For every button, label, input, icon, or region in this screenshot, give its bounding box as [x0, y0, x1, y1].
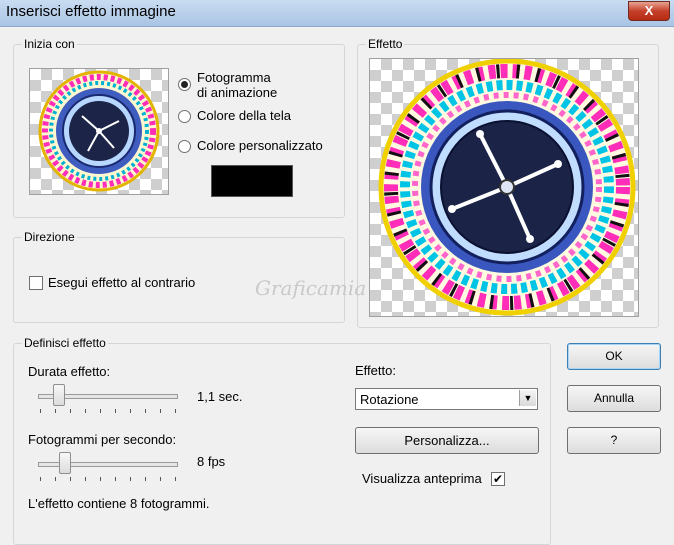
duration-slider-thumb[interactable] — [53, 384, 65, 406]
frame-count-info: L'effetto contiene 8 fotogrammi. — [28, 496, 210, 511]
help-button[interactable]: ? — [567, 427, 661, 454]
fps-slider-thumb[interactable] — [59, 452, 71, 474]
duration-label: Durata effetto: — [28, 364, 111, 379]
direction-legend: Direzione — [22, 230, 77, 244]
radio-custom-color-label: Colore personalizzato — [197, 138, 323, 153]
radio-animation-frame[interactable] — [178, 78, 191, 91]
fps-slider-ticks — [40, 477, 180, 483]
effect-type-label: Effetto: — [355, 363, 396, 378]
radio-canvas-color-label: Colore della tela — [197, 108, 291, 123]
fps-value: 8 fps — [197, 454, 226, 469]
show-preview-checkbox[interactable]: ✔ — [491, 472, 505, 486]
roulette-wheel-large — [378, 58, 636, 316]
preview-legend: Effetto — [366, 37, 405, 51]
roulette-wheel-small — [38, 70, 160, 192]
show-preview-label: Visualizza anteprima — [362, 471, 482, 486]
duration-value: 1,1 sec. — [197, 389, 243, 404]
ok-button[interactable]: OK — [567, 343, 661, 370]
effect-type-select[interactable]: Rotazione ▼ — [355, 388, 538, 410]
effect-type-value: Rotazione — [360, 392, 419, 407]
start-frame-thumbnail — [29, 68, 169, 195]
radio-animation-frame-label: Fotogramma di animazione — [197, 70, 277, 100]
window-title: Inserisci effetto immagine — [6, 3, 176, 20]
fps-label: Fotogrammi per secondo: — [28, 432, 177, 447]
radio-animation-frame-label-line2: di animazione — [197, 85, 278, 100]
radio-canvas-color[interactable] — [178, 110, 191, 123]
chevron-down-icon[interactable]: ▼ — [519, 390, 536, 406]
title-bar: Inserisci effetto immagine X — [0, 0, 674, 27]
reverse-effect-label: Esegui effetto al contrario — [48, 275, 196, 290]
check-icon: ✔ — [492, 472, 504, 486]
radio-animation-frame-label-line1: Fotogramma — [197, 70, 271, 85]
start-with-legend: Inizia con — [22, 37, 77, 51]
custom-color-swatch[interactable] — [211, 165, 293, 197]
duration-slider-ticks — [40, 409, 180, 415]
radio-custom-color[interactable] — [178, 140, 191, 153]
effect-preview — [369, 58, 639, 317]
watermark-logo: Graficamia — [255, 276, 367, 300]
define-effect-legend: Definisci effetto — [22, 336, 108, 350]
cancel-button[interactable]: Annulla — [567, 385, 661, 412]
close-button[interactable]: X — [628, 1, 670, 21]
reverse-effect-checkbox[interactable] — [29, 276, 43, 290]
customize-button[interactable]: Personalizza... — [355, 427, 539, 454]
